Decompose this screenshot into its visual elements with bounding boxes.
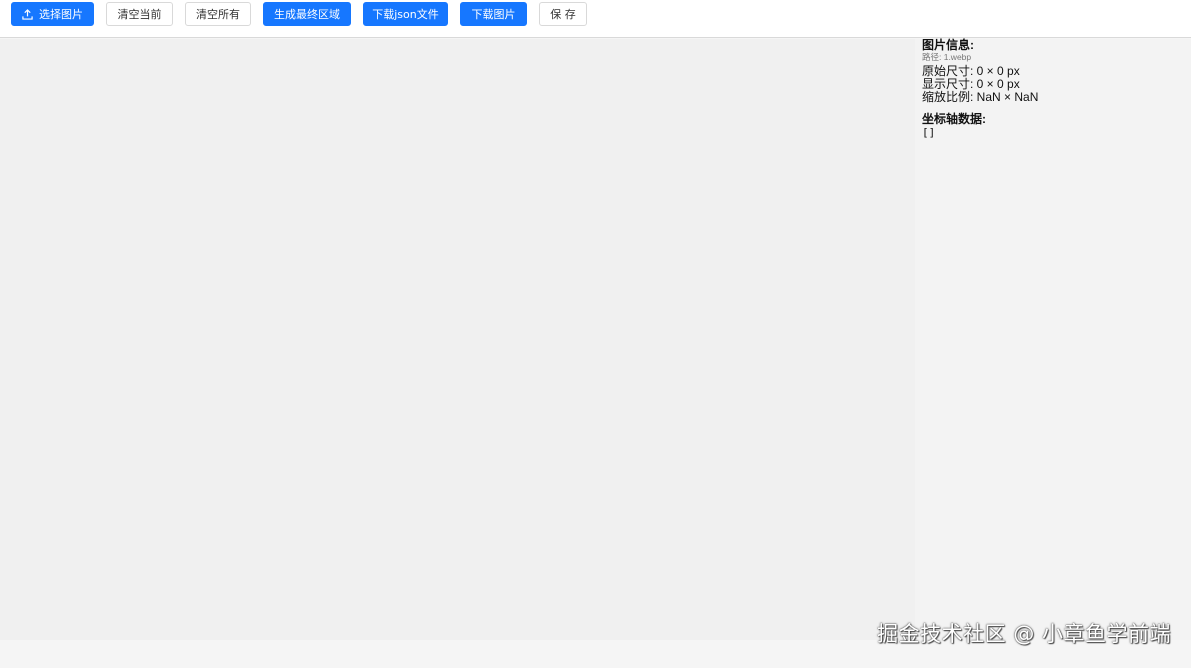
image-info-title: 图片信息: <box>922 38 974 52</box>
toolbar: 选择图片 清空当前 清空所有 生成最终区域 下载json文件 下载图片 保 存 <box>0 0 1191 38</box>
image-canvas[interactable] <box>0 39 915 640</box>
scale-ratio: 缩放比例: NaN × NaN <box>922 90 1039 104</box>
clear-current-button[interactable]: 清空当前 <box>106 2 173 26</box>
select-image-label: 选择图片 <box>39 7 83 21</box>
clear-all-button[interactable]: 清空所有 <box>185 2 251 26</box>
image-info-panel: 图片信息: 路径: 1.webp 原始尺寸: 0 × 0 px 显示尺寸: 0 … <box>915 39 1191 640</box>
axis-data-title: 坐标轴数据: <box>922 112 986 126</box>
download-image-button[interactable]: 下载图片 <box>460 2 527 26</box>
image-path: 路径: 1.webp <box>922 52 972 62</box>
save-button[interactable]: 保 存 <box>539 2 587 26</box>
generate-final-region-button[interactable]: 生成最终区域 <box>263 2 351 26</box>
select-image-button[interactable]: 选择图片 <box>11 2 94 26</box>
axis-data-value: [] <box>922 126 936 139</box>
watermark: 掘金技术社区 @ 小章鱼学前端 <box>877 622 1171 646</box>
download-json-button[interactable]: 下载json文件 <box>363 2 448 26</box>
upload-icon <box>22 8 33 20</box>
